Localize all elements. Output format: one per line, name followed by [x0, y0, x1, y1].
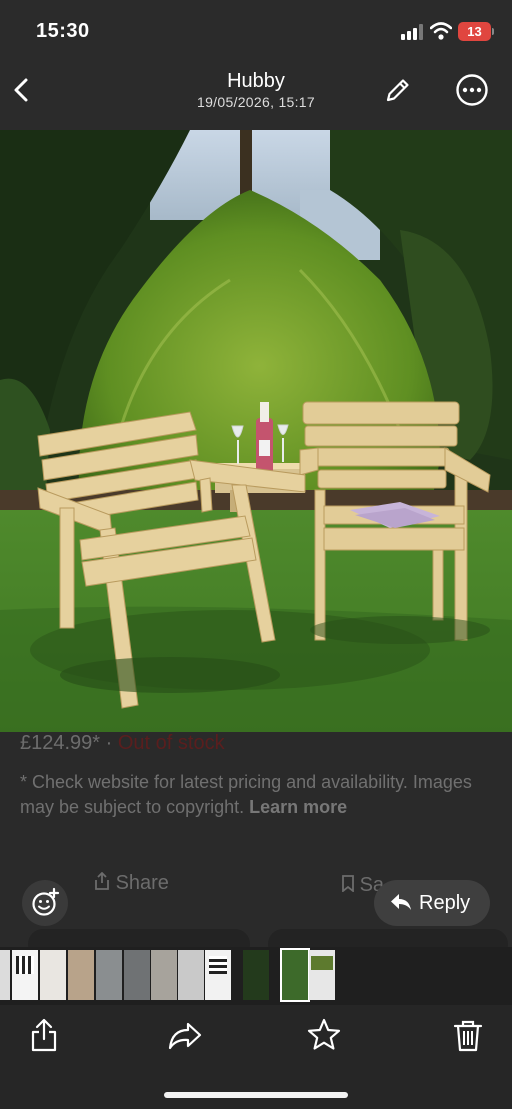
home-indicator[interactable] [164, 1092, 348, 1098]
status-bar: 15:30 13 [0, 0, 512, 62]
thumbnail[interactable] [68, 950, 94, 1000]
more-icon[interactable] [455, 73, 489, 107]
emoji-icon [32, 887, 60, 916]
separator: · [105, 732, 113, 754]
star-icon[interactable] [306, 1017, 342, 1053]
battery-indicator: 13 [458, 22, 491, 41]
availability-status: Out of stock [117, 732, 225, 754]
forward-icon[interactable] [167, 1017, 203, 1053]
thumbnail[interactable] [40, 950, 66, 1000]
reply-icon [391, 894, 411, 910]
share-label: Share [115, 872, 169, 894]
message-header: Hubby 19/05/2026, 15:17 [0, 62, 512, 122]
thumbnail-selected[interactable] [280, 948, 310, 1002]
reply-label: Reply [419, 892, 471, 914]
product-photo[interactable] [0, 130, 512, 732]
battery-cap [492, 28, 494, 35]
contact-name: Hubby [227, 70, 285, 92]
card-edge [268, 929, 508, 947]
reply-button[interactable]: Reply [374, 880, 490, 926]
qr-code-graphic [16, 956, 34, 974]
thumbnail[interactable] [309, 950, 335, 1000]
thumbnail[interactable] [124, 950, 150, 1000]
price: £124.99* [20, 732, 101, 754]
message-timestamp: 19/05/2026, 15:17 [197, 94, 315, 110]
thumbnail-image [311, 956, 333, 970]
card-edge [28, 929, 250, 947]
thumbnail[interactable] [178, 950, 204, 1000]
price-line: £124.99* · Out of stock [20, 732, 225, 755]
thumbnail[interactable] [0, 950, 10, 1000]
share-button[interactable]: Share [94, 871, 169, 895]
bookmark-icon [342, 875, 354, 893]
status-time: 15:30 [36, 20, 90, 42]
pencil-icon[interactable] [382, 76, 412, 106]
signal-icon [401, 24, 423, 40]
thumbnail[interactable] [205, 950, 231, 1000]
disclaimer-text: * Check website for latest pricing and a… [20, 770, 500, 820]
share-icon [95, 871, 109, 890]
media-thumbnail-strip [0, 947, 512, 1005]
emoji-reaction-button[interactable] [22, 880, 68, 926]
trash-icon[interactable] [450, 1017, 486, 1053]
learn-more-link[interactable]: Learn more [249, 797, 347, 817]
qr-code-graphic [209, 956, 227, 974]
disclaimer-body: * Check website for latest pricing and a… [20, 772, 472, 817]
thumbnail[interactable] [243, 950, 269, 1000]
wifi-icon [430, 22, 452, 40]
share-icon[interactable] [26, 1017, 62, 1053]
thumbnail[interactable] [151, 950, 177, 1000]
thumbnail[interactable] [12, 950, 38, 1000]
thumbnail[interactable] [96, 950, 122, 1000]
